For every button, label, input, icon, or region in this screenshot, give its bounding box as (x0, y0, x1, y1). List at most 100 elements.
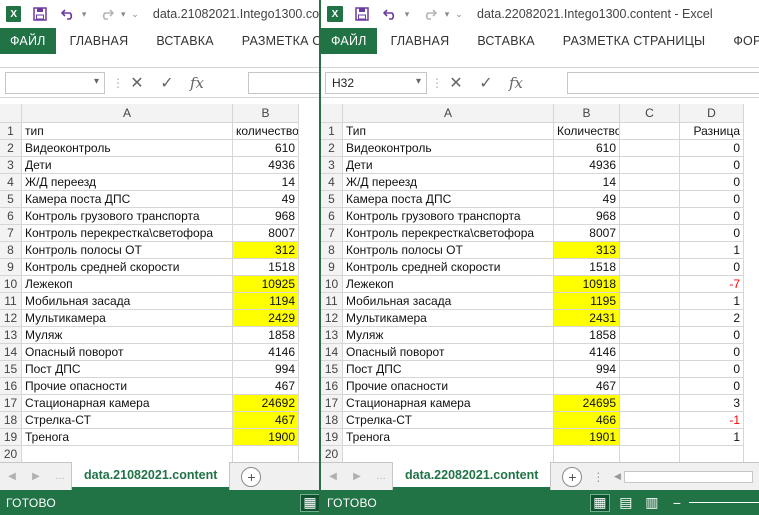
cell-b3[interactable]: 4936 (554, 157, 620, 174)
cell-b7[interactable]: 8007 (554, 225, 620, 242)
cell-a4[interactable]: Ж/Д переезд (343, 174, 554, 191)
select-all-corner[interactable] (0, 104, 22, 123)
cell-a8[interactable]: Контроль полосы ОТ (22, 242, 233, 259)
cell-a5[interactable]: Камера поста ДПС (343, 191, 554, 208)
row-header[interactable]: 17 (321, 395, 343, 412)
cell-b10[interactable]: 10918 (554, 276, 620, 293)
scroll-left-icon[interactable]: ◀ (610, 463, 624, 490)
normal-view-icon[interactable]: ▦ (589, 493, 610, 512)
save-icon[interactable] (31, 5, 48, 23)
cell-a2[interactable]: Видеоконтроль (343, 140, 554, 157)
horizontal-scrollbar[interactable] (624, 470, 753, 483)
column-header-a[interactable]: A (22, 104, 233, 123)
cell-a4[interactable]: Ж/Д переезд (22, 174, 233, 191)
cell-c11[interactable] (620, 293, 680, 310)
undo-dropdown-icon[interactable]: ▾ (403, 9, 411, 20)
cell-b10[interactable]: 10925 (233, 276, 299, 293)
cell-b19[interactable]: 1900 (233, 429, 299, 446)
formula-input[interactable] (248, 72, 319, 94)
cell-d9[interactable]: 0 (680, 259, 744, 276)
cell-b4[interactable]: 14 (233, 174, 299, 191)
cell-d19[interactable]: 1 (680, 429, 744, 446)
more-sheets-icon[interactable]: … (369, 463, 393, 490)
cell-a16[interactable]: Прочие опасности (22, 378, 233, 395)
cell-b5[interactable]: 49 (233, 191, 299, 208)
row-header[interactable]: 5 (321, 191, 343, 208)
cell-b18[interactable]: 466 (554, 412, 620, 429)
excel-logo-icon[interactable]: X (6, 6, 22, 22)
cell-b9[interactable]: 1518 (233, 259, 299, 276)
prev-sheet-icon[interactable]: ◀ (321, 463, 345, 490)
cell-c8[interactable] (620, 242, 680, 259)
tab-formulas[interactable]: ФОРМУ (719, 28, 759, 54)
cell-a13[interactable]: Муляж (343, 327, 554, 344)
chevron-down-icon[interactable]: ▾ (416, 76, 421, 87)
cell-a14[interactable]: Опасный поворот (22, 344, 233, 361)
cell-a12[interactable]: Мультикамера (22, 310, 233, 327)
cell-b4[interactable]: 14 (554, 174, 620, 191)
row-header[interactable]: 7 (321, 225, 343, 242)
cell-a10[interactable]: Лежекоп (22, 276, 233, 293)
row-header[interactable]: 18 (0, 412, 22, 429)
cell-d3[interactable]: 0 (680, 157, 744, 174)
customize-quick-access-icon[interactable]: ⌄ (131, 9, 139, 20)
cell-c15[interactable] (620, 361, 680, 378)
cell-c20[interactable] (620, 446, 680, 463)
row-header[interactable]: 12 (321, 310, 343, 327)
row-header[interactable]: 6 (0, 208, 22, 225)
row-header[interactable]: 3 (321, 157, 343, 174)
zoom-out-icon[interactable]: − (673, 495, 681, 511)
cell-a18[interactable]: Стрелка-СТ (343, 412, 554, 429)
row-header[interactable]: 14 (321, 344, 343, 361)
undo-icon[interactable] (59, 5, 76, 23)
cell-a3[interactable]: Дети (22, 157, 233, 174)
cell-b3[interactable]: 4936 (233, 157, 299, 174)
cell-a5[interactable]: Камера поста ДПС (22, 191, 233, 208)
cell-d5[interactable]: 0 (680, 191, 744, 208)
cell-d14[interactable]: 0 (680, 344, 744, 361)
chevron-down-icon[interactable]: ▾ (94, 76, 99, 87)
sheet-tab-active[interactable]: data.21082021.content (72, 462, 230, 490)
name-box[interactable]: H32 ▾ (325, 72, 427, 94)
normal-view-icon[interactable]: ▦ (300, 493, 319, 512)
cell-a20[interactable] (343, 446, 554, 463)
cell-b6[interactable]: 968 (233, 208, 299, 225)
cell-b7[interactable]: 8007 (233, 225, 299, 242)
cell-a15[interactable]: Пост ДПС (22, 361, 233, 378)
cell-a1[interactable]: тип (22, 123, 233, 140)
row-header[interactable]: 8 (321, 242, 343, 259)
cell-c18[interactable] (620, 412, 680, 429)
row-header[interactable]: 5 (0, 191, 22, 208)
cell-a1[interactable]: Тип (343, 123, 554, 140)
cell-c16[interactable] (620, 378, 680, 395)
cell-b11[interactable]: 1194 (233, 293, 299, 310)
cell-b9[interactable]: 1518 (554, 259, 620, 276)
page-layout-view-icon[interactable]: ▤ (617, 494, 635, 511)
cell-b20[interactable] (554, 446, 620, 463)
row-header[interactable]: 9 (321, 259, 343, 276)
cell-c14[interactable] (620, 344, 680, 361)
cell-a9[interactable]: Контроль средней скорости (343, 259, 554, 276)
row-header[interactable]: 2 (0, 140, 22, 157)
cell-a7[interactable]: Контроль перекрестка\светофора (22, 225, 233, 242)
tab-home[interactable]: ГЛАВНАЯ (377, 28, 464, 54)
row-header[interactable]: 10 (0, 276, 22, 293)
cell-d2[interactable]: 0 (680, 140, 744, 157)
cell-c10[interactable] (620, 276, 680, 293)
page-break-view-icon[interactable]: ▥ (643, 494, 661, 511)
cell-d1[interactable]: Разница (680, 123, 744, 140)
tab-insert[interactable]: ВСТАВКА (142, 28, 227, 54)
column-header-c[interactable]: C (620, 104, 680, 123)
cell-d18[interactable]: -1 (680, 412, 744, 429)
row-header[interactable]: 13 (0, 327, 22, 344)
tab-page-layout[interactable]: РАЗМЕТКА СТРАНИЦЫ (549, 28, 720, 54)
cancel-formula-icon[interactable]: ✕ (441, 73, 471, 93)
row-header[interactable]: 4 (321, 174, 343, 191)
name-box[interactable]: ▾ (5, 72, 105, 94)
tab-home[interactable]: ГЛАВНАЯ (56, 28, 143, 54)
row-header[interactable]: 13 (321, 327, 343, 344)
column-header-b[interactable]: B (233, 104, 299, 123)
row-header[interactable]: 18 (321, 412, 343, 429)
cell-b6[interactable]: 968 (554, 208, 620, 225)
select-all-corner[interactable] (321, 104, 343, 123)
